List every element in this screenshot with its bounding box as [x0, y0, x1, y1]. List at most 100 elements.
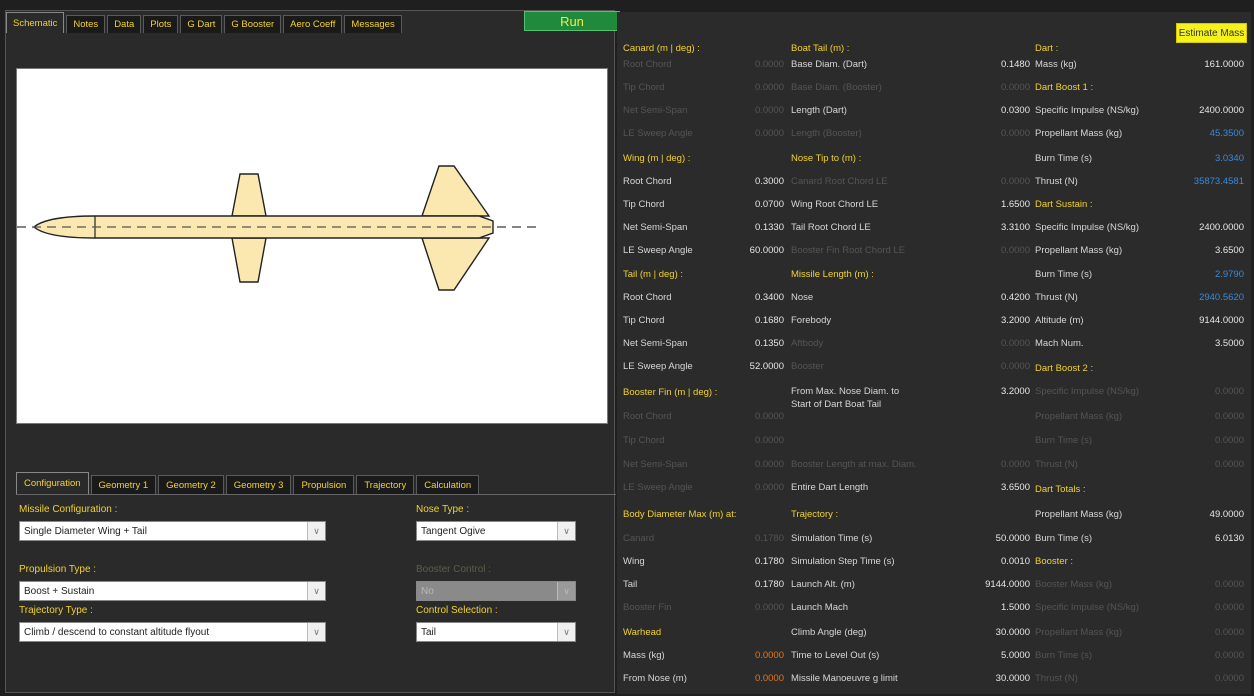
nose-type-select[interactable]: Tangent Ogive ∨ [416, 521, 576, 541]
time-level-value[interactable]: 5.0000 [967, 647, 1030, 663]
chevron-down-icon: ∨ [307, 623, 325, 641]
booster-burn-time-value[interactable]: 0.0000 [1177, 647, 1244, 663]
dart-boost1-thrust-value[interactable]: 35873.4581 [1167, 173, 1244, 189]
canard-tip-chord-value[interactable]: 0.0000 [727, 79, 784, 95]
dart-totals-burn-time-value[interactable]: 6.0130 [1177, 530, 1244, 546]
booster-length-max-value[interactable]: 0.0000 [967, 456, 1030, 472]
canard-semi-span-value[interactable]: 0.0000 [727, 102, 784, 118]
tail-le-sweep-value[interactable]: 52.0000 [727, 358, 784, 374]
tab-plots[interactable]: Plots [143, 15, 179, 33]
canard-le-sweep-value[interactable]: 0.0000 [727, 125, 784, 141]
launch-alt-label: Launch Alt. (m) [791, 578, 855, 590]
propulsion-type-select[interactable]: Boost + Sustain ∨ [19, 581, 326, 601]
booster-fin-tip-chord-value[interactable]: 0.0000 [727, 432, 784, 448]
booster-fin-semi-span-value[interactable]: 0.0000 [727, 456, 784, 472]
missile-configuration-value: Single Diameter Wing + Tail [24, 525, 147, 537]
missile-length-aftbody-value[interactable]: 0.0000 [967, 335, 1030, 351]
body-diameter-canard-label: Canard [623, 532, 655, 544]
dart-boost1-prop-mass-value[interactable]: 45.3500 [1177, 125, 1244, 141]
tail-tip-chord-label: Tip Chord [623, 314, 665, 326]
tail-semi-span-value[interactable]: 0.1350 [727, 335, 784, 351]
tab-data[interactable]: Data [107, 15, 142, 33]
body-diameter-wing-value[interactable]: 0.1780 [727, 553, 784, 569]
tab-schematic[interactable]: Schematic [6, 12, 65, 33]
dart-boost2-isp-value[interactable]: 0.0000 [1177, 383, 1244, 399]
warhead-from-nose-value[interactable]: 0.0000 [727, 670, 784, 686]
sim-time-value[interactable]: 50.0000 [967, 530, 1030, 546]
dart-boost1-isp-value[interactable]: 2400.0000 [1177, 102, 1244, 118]
tab-aero-coeff[interactable]: Aero Coeff [283, 15, 343, 33]
booster-thrust-label: Thrust (N) [1035, 672, 1078, 684]
wing-le-sweep-value[interactable]: 60.0000 [727, 242, 784, 258]
tab-trajectory[interactable]: Trajectory [356, 475, 415, 494]
booster-control-label: Booster Control : [416, 564, 492, 575]
from-max-nose-value[interactable]: 3.2000 [967, 383, 1030, 399]
missile-length-forebody-value[interactable]: 3.2000 [967, 312, 1030, 328]
tab-geometry-1[interactable]: Geometry 1 [90, 475, 157, 494]
body-diameter-booster-fin-value[interactable]: 0.0000 [727, 599, 784, 615]
dart-sustain-thrust-label: Thrust (N) [1035, 291, 1078, 303]
tab-g-booster[interactable]: G Booster [224, 15, 282, 33]
nose-tip-wing-root-value[interactable]: 1.6500 [967, 196, 1030, 212]
dart-sustain-mach-value[interactable]: 3.5000 [1177, 335, 1244, 351]
wing-root-chord-value[interactable]: 0.3000 [727, 173, 784, 189]
dart-boost2-burn-time-value[interactable]: 0.0000 [1177, 432, 1244, 448]
dart-totals-prop-mass-value[interactable]: 49.0000 [1177, 506, 1244, 522]
nose-tip-booster-fin-value[interactable]: 0.0000 [967, 242, 1030, 258]
body-diameter-canard-value[interactable]: 0.1780 [727, 530, 784, 546]
tail-root-chord-value[interactable]: 0.3400 [727, 289, 784, 305]
boat-tail-base-booster-value[interactable]: 0.0000 [967, 79, 1030, 95]
entire-dart-length-value[interactable]: 3.6500 [967, 479, 1030, 495]
dart-sustain-thrust-value[interactable]: 2940.5620 [1177, 289, 1244, 305]
missile-configuration-select[interactable]: Single Diameter Wing + Tail ∨ [19, 521, 326, 541]
launch-mach-value[interactable]: 1.5000 [967, 599, 1030, 615]
estimate-mass-button[interactable]: Estimate Mass [1176, 23, 1247, 43]
missile-configuration-label: Missile Configuration : [19, 504, 118, 515]
wing-tip-chord-value[interactable]: 0.0700 [727, 196, 784, 212]
control-selection-select[interactable]: Tail ∨ [416, 622, 576, 642]
body-diameter-tail-value[interactable]: 0.1780 [727, 576, 784, 592]
tail-tip-chord-value[interactable]: 0.1680 [727, 312, 784, 328]
dart-mass-value[interactable]: 161.0000 [1177, 56, 1244, 72]
boat-tail-length-dart-value[interactable]: 0.0300 [967, 102, 1030, 118]
dart-sustain-prop-mass-value[interactable]: 3.6500 [1177, 242, 1244, 258]
missile-length-booster-value[interactable]: 0.0000 [967, 358, 1030, 374]
boat-tail-length-booster-value[interactable]: 0.0000 [967, 125, 1030, 141]
trajectory-type-select[interactable]: Climb / descend to constant altitude fly… [19, 622, 326, 642]
tab-geometry-2[interactable]: Geometry 2 [158, 475, 224, 494]
tab-notes[interactable]: Notes [66, 15, 106, 33]
booster-fin-root-chord-value[interactable]: 0.0000 [727, 408, 784, 424]
canard-root-chord-value[interactable]: 0.0000 [727, 56, 784, 72]
booster-fin-le-sweep-value[interactable]: 0.0000 [727, 479, 784, 495]
tab-propulsion[interactable]: Propulsion [293, 475, 355, 494]
trajectory-type-value: Climb / descend to constant altitude fly… [24, 626, 210, 638]
wing-semi-span-value[interactable]: 0.1330 [727, 219, 784, 235]
run-button[interactable]: Run [524, 11, 620, 31]
booster-mass-value[interactable]: 0.0000 [1177, 576, 1244, 592]
dart-boost2-prop-mass-value[interactable]: 0.0000 [1177, 408, 1244, 424]
dart-boost1-burn-time-value[interactable]: 3.0340 [1177, 150, 1244, 166]
booster-isp-value[interactable]: 0.0000 [1177, 599, 1244, 615]
missile-length-nose-value[interactable]: 0.4200 [967, 289, 1030, 305]
tab-calculation[interactable]: Calculation [416, 475, 480, 494]
booster-heading: Booster : [1035, 555, 1074, 567]
boat-tail-base-dart-value[interactable]: 0.1480 [967, 56, 1030, 72]
dart-boost2-thrust-value[interactable]: 0.0000 [1177, 456, 1244, 472]
climb-angle-value[interactable]: 30.0000 [967, 624, 1030, 640]
booster-thrust-value[interactable]: 0.0000 [1177, 670, 1244, 686]
sim-step-value[interactable]: 0.0010 [967, 553, 1030, 569]
tab-messages[interactable]: Messages [344, 15, 402, 33]
nose-tip-tail-root-value[interactable]: 3.3100 [967, 219, 1030, 235]
dart-sustain-burn-time-value[interactable]: 2.9790 [1177, 266, 1244, 282]
chevron-down-icon: ∨ [557, 522, 575, 540]
tab-g-dart[interactable]: G Dart [180, 15, 223, 33]
tab-geometry-3[interactable]: Geometry 3 [225, 475, 292, 494]
dart-sustain-altitude-value[interactable]: 9144.0000 [1177, 312, 1244, 328]
booster-prop-mass-value[interactable]: 0.0000 [1177, 624, 1244, 640]
nose-tip-canard-root-value[interactable]: 0.0000 [967, 173, 1030, 189]
dart-sustain-isp-value[interactable]: 2400.0000 [1177, 219, 1244, 235]
warhead-mass-value[interactable]: 0.0000 [727, 647, 784, 663]
manoeuvre-value[interactable]: 30.0000 [967, 670, 1030, 686]
tab-configuration[interactable]: Configuration [16, 472, 89, 494]
launch-alt-value[interactable]: 9144.0000 [967, 576, 1030, 592]
